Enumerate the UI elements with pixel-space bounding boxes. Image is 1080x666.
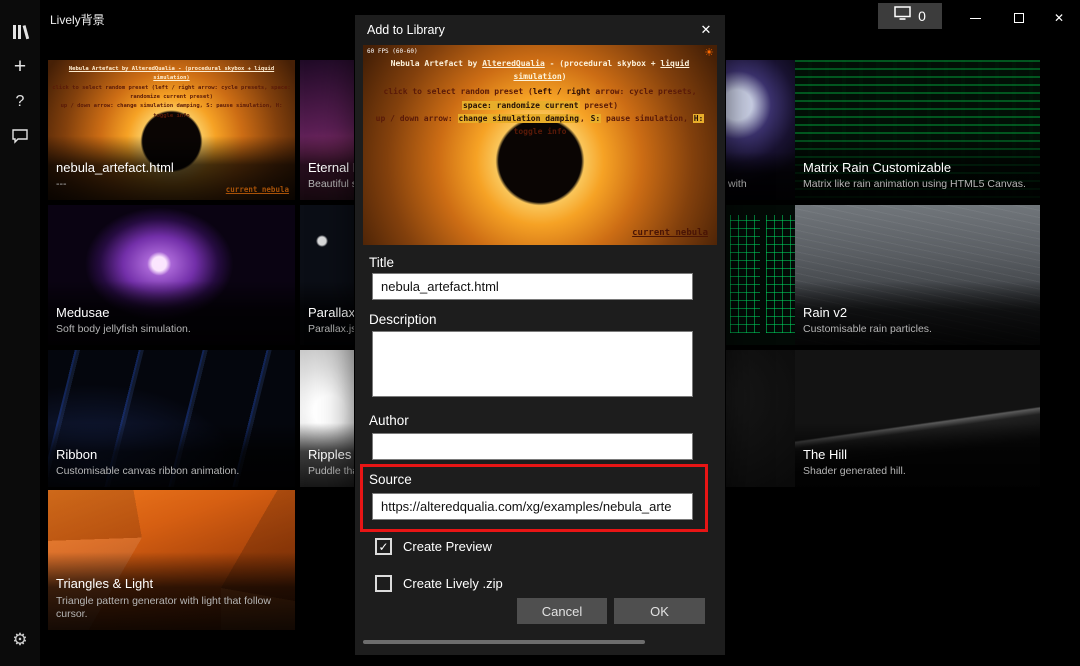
display-selector-button[interactable]: 0 (878, 3, 942, 29)
txt-seg: pause simulation, (601, 114, 693, 123)
tile-subtitle: Customisable rain particles. (803, 323, 1032, 337)
tile-label: Rain v2 Customisable rain particles. (795, 281, 1040, 345)
minimize-icon (970, 18, 981, 19)
tile-label: Matrix Rain Customizable Matrix like rai… (795, 136, 1040, 200)
create-preview-checkbox[interactable]: ✓ (375, 538, 392, 555)
tile-triangles-light[interactable]: Triangles & Light Triangle pattern gener… (48, 490, 295, 630)
txt-seg: Nebula Artefact by (391, 59, 483, 68)
create-zip-checkbox[interactable] (375, 575, 392, 592)
preset-name-label: current_nebula (226, 185, 289, 194)
preview-line3: up / down arrow: change simulation dampi… (369, 112, 711, 138)
title-input[interactable] (372, 273, 693, 300)
maximize-button[interactable] (1002, 6, 1036, 30)
tile-title: Ribbon (56, 447, 287, 463)
txt-seg: up / down arrow: (376, 114, 458, 123)
tile-subtitle: Shader generated hill. (803, 465, 1032, 479)
preset-name-label: current_nebula (632, 228, 708, 238)
wallpaper-preview: 60 FPS (60-60) ☀ Nebula Artefact by Alte… (363, 45, 717, 245)
author-input[interactable] (372, 433, 693, 460)
tile-medusae[interactable]: Medusae Soft body jellyfish simulation. (48, 205, 295, 345)
feedback-icon[interactable] (0, 128, 40, 149)
settings-icon[interactable]: ⚙ (0, 630, 40, 650)
tile-label: Ribbon Customisable canvas ribbon animat… (48, 423, 295, 487)
close-window-button[interactable]: ✕ (1042, 6, 1076, 30)
create-preview-checkbox-row[interactable]: ✓ Create Preview (375, 538, 492, 555)
sidebar: + ? ⚙ (0, 0, 40, 666)
txt-seg: preset) (580, 101, 619, 110)
tile-title: Matrix Rain Customizable (803, 160, 1032, 176)
create-zip-label: Create Lively .zip (403, 576, 503, 591)
txt-seg: toggle info (514, 127, 567, 136)
maximize-icon (1014, 13, 1024, 23)
source-field-label: Source (369, 472, 412, 487)
description-field-label: Description (369, 312, 437, 327)
tile-preview-overlay-text: Nebula Artefact by AlteredQualia - (proc… (50, 65, 293, 121)
title-field-label: Title (369, 255, 394, 270)
check-icon: ✓ (378, 540, 388, 554)
link-alteredqualia: AlteredQualia (482, 59, 545, 68)
create-zip-checkbox-row[interactable]: Create Lively .zip (375, 575, 503, 592)
txt-seg: arrow: cycle presets, (591, 87, 697, 96)
tile-subtitle: Matrix like rain animation using HTML5 C… (803, 178, 1032, 192)
tile-label: Triangles & Light Triangle pattern gener… (48, 552, 295, 630)
tile-title: The Hill (803, 447, 1032, 463)
mini-line2: click to select random preset (left / ri… (50, 84, 293, 103)
txt-seg: S: (590, 114, 602, 123)
tile-subtitle: Triangle pattern generator with light th… (56, 595, 287, 622)
txt-seg: click to select random preset ( (383, 87, 532, 96)
txt-seg: left / right (533, 87, 591, 96)
txt-seg: change simulation damping (458, 114, 580, 123)
txt-seg: - (procedural skybox + (545, 59, 661, 68)
tile-the-hill[interactable]: The Hill Shader generated hill. (795, 350, 1040, 487)
minimize-button[interactable] (958, 6, 992, 30)
tile-rain-v2[interactable]: Rain v2 Customisable rain particles. (795, 205, 1040, 345)
monitor-icon (894, 6, 911, 26)
add-wallpaper-icon[interactable]: + (0, 56, 40, 78)
txt-seg: ) (562, 72, 567, 81)
datagrid-texture (730, 215, 760, 333)
preview-line2: click to select random preset (left / ri… (369, 85, 711, 111)
datagrid-texture (766, 215, 796, 333)
tile-title: Rain v2 (803, 305, 1032, 321)
tile-matrix-rain[interactable]: Matrix Rain Customizable Matrix like rai… (795, 60, 1040, 200)
dialog-horizontal-scrollbar[interactable] (363, 640, 645, 644)
dialog-title: Add to Library (367, 23, 445, 37)
help-icon[interactable]: ? (0, 92, 40, 112)
source-input[interactable] (372, 493, 693, 520)
close-icon: ✕ (1054, 11, 1064, 25)
txt-seg: H: (693, 114, 705, 123)
cancel-button[interactable]: Cancel (517, 598, 607, 624)
txt-seg: space: randomize current (462, 101, 580, 110)
tile-title: nebula_artefact.html (56, 160, 287, 176)
tile-ribbon[interactable]: Ribbon Customisable canvas ribbon animat… (48, 350, 295, 487)
tile-label: Medusae Soft body jellyfish simulation. (48, 281, 295, 345)
mini-heading: Nebula Artefact by AlteredQualia - (proc… (50, 65, 293, 84)
tile-title: Triangles & Light (56, 576, 287, 592)
tile-subtitle: Soft body jellyfish simulation. (56, 323, 287, 337)
dialog-close-icon[interactable]: ✕ (695, 20, 717, 40)
library-icon[interactable] (0, 22, 40, 47)
add-to-library-dialog: Add to Library ✕ 60 FPS (60-60) ☀ Nebula… (355, 15, 725, 655)
app-title: Lively背景 (50, 11, 105, 28)
description-input[interactable] (372, 331, 693, 397)
txt-seg: , (580, 114, 590, 123)
mini-line3: up / down arrow: change simulation dampi… (50, 102, 293, 121)
fps-counter: 60 FPS (60-60) (367, 48, 418, 55)
tile-subtitle: Customisable canvas ribbon animation. (56, 465, 287, 479)
tile-nebula-artefact[interactable]: Nebula Artefact by AlteredQualia - (proc… (48, 60, 295, 200)
preview-heading: Nebula Artefact by AlteredQualia - (proc… (369, 57, 711, 83)
ok-button[interactable]: OK (614, 598, 705, 624)
display-count: 0 (918, 8, 926, 24)
author-field-label: Author (369, 413, 409, 428)
create-preview-label: Create Preview (403, 539, 492, 554)
preview-overlay-text: Nebula Artefact by AlteredQualia - (proc… (369, 57, 711, 138)
tile-title: Medusae (56, 305, 287, 321)
tile-label: The Hill Shader generated hill. (795, 423, 1040, 487)
